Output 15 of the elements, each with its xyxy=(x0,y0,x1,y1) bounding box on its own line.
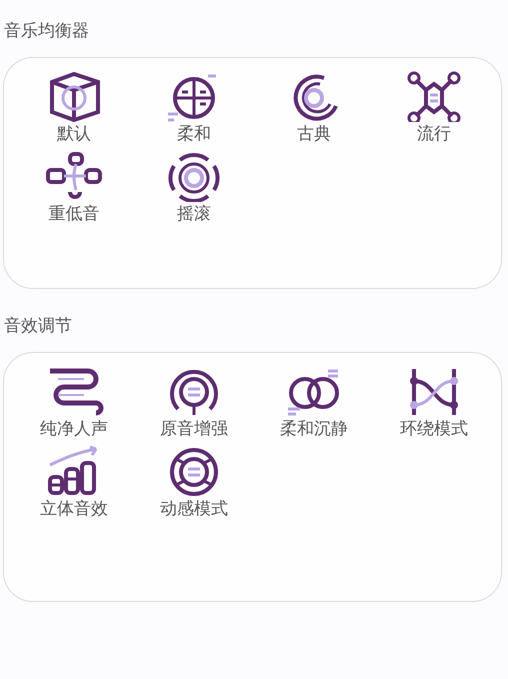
branch-icon[interactable] xyxy=(43,150,105,202)
preset-label[interactable]: 摇滚 xyxy=(177,204,211,224)
preset-label[interactable]: 立体音效 xyxy=(40,499,108,519)
preset-label[interactable]: 重低音 xyxy=(48,204,100,224)
preset-label[interactable]: 动感模式 xyxy=(160,499,228,519)
preset-label[interactable]: 环绕模式 xyxy=(400,419,468,439)
preset-label[interactable]: 古典 xyxy=(297,124,331,144)
preset-label[interactable]: 原音增强 xyxy=(160,419,228,439)
preset-label[interactable]: 流行 xyxy=(417,124,451,144)
preset-label[interactable]: 纯净人声 xyxy=(40,419,108,439)
preset-label[interactable]: 默认 xyxy=(57,124,91,144)
preset-label[interactable]: 柔和沉静 xyxy=(280,419,348,439)
section-title: 音乐均衡器 xyxy=(3,20,90,43)
section-title: 音效调节 xyxy=(3,315,73,338)
preset-label[interactable]: 柔和 xyxy=(177,124,211,144)
